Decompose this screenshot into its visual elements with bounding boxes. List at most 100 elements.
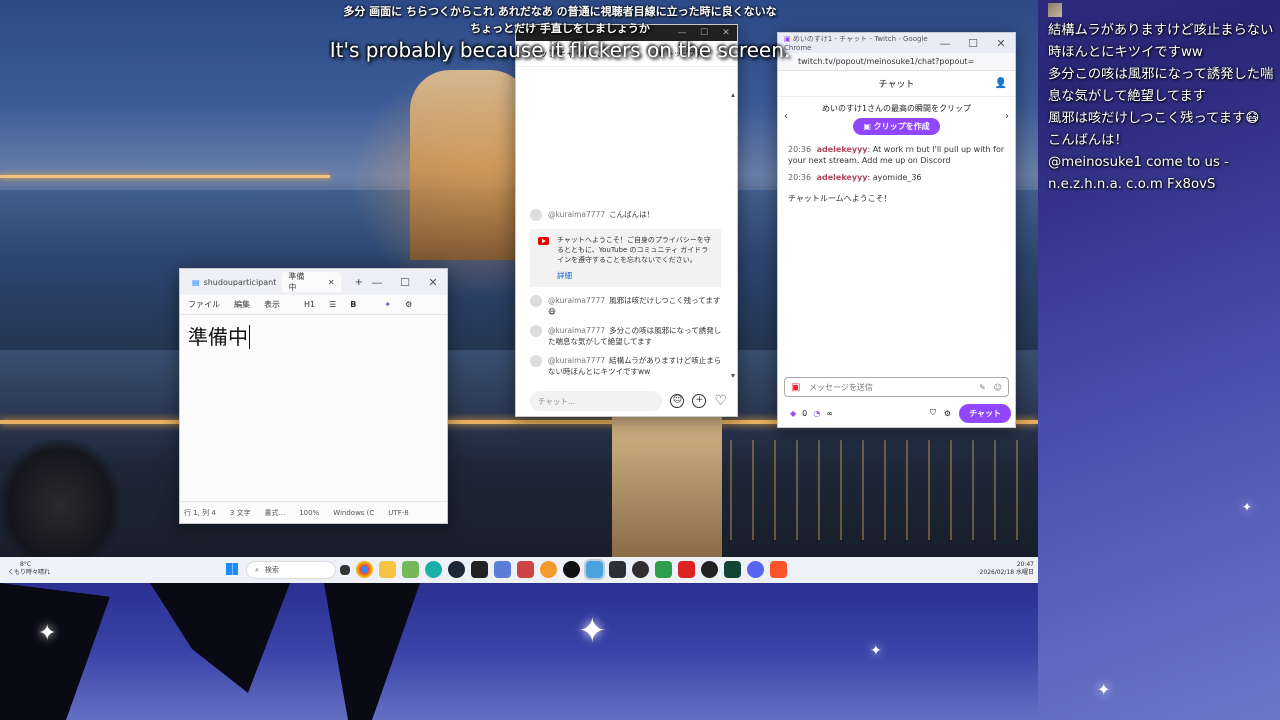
chat-message: 20:36 adelekeyyy: At work rn but I'll pu…: [788, 145, 1005, 165]
weather-temp: 8°C: [20, 561, 32, 568]
create-clip-button[interactable]: ▣ クリップを作成: [853, 118, 940, 135]
tool-icon[interactable]: [517, 561, 534, 578]
channel-points-icon[interactable]: ◔: [813, 409, 820, 418]
menu-view[interactable]: 表示: [264, 299, 280, 310]
chevron-left-icon[interactable]: ‹: [784, 111, 788, 122]
stream-chat-overlay: 結構ムラがありますけど咳止まらない時ほんとにキツイですww 多分この咳は風邪にな…: [1042, 0, 1280, 720]
dark-app-icon[interactable]: [609, 561, 626, 578]
green-arrow-icon[interactable]: [655, 561, 672, 578]
chat-header-title: チャット: [878, 80, 915, 90]
avatar: [1048, 3, 1062, 17]
folder-icon[interactable]: [379, 561, 396, 578]
notepad-tab-shudou[interactable]: ▤ shudouparticipant: [186, 272, 282, 292]
settings-icon[interactable]: ⚙: [944, 409, 951, 418]
chat-author[interactable]: adelekeyyy: [817, 145, 868, 154]
menu-edit[interactable]: 編集: [234, 299, 250, 310]
points-value: 0: [802, 408, 808, 418]
overlay-message: 風邪は咳だけしつこく残ってます😷: [1048, 111, 1260, 126]
notepad-tab-active[interactable]: 準備中 ✕: [282, 272, 341, 292]
youtube-message-list: @kuraima7777 こんばんは！ チャットへようこそ！ご自身のプライバシーを…: [516, 205, 735, 381]
add-tab-icon[interactable]: +: [355, 277, 363, 288]
heart-icon[interactable]: ♡: [714, 393, 727, 409]
emoji-icon[interactable]: ☺: [994, 383, 1002, 392]
start-menu-icon[interactable]: [226, 563, 238, 575]
green-app-icon[interactable]: [402, 561, 419, 578]
taskbar-clock[interactable]: 20:47 2026/02/18 水曜日: [980, 561, 1035, 577]
close-window-icon[interactable]: ✕: [987, 37, 1015, 50]
emoji-icon[interactable]: ☺: [670, 394, 685, 408]
shield-icon[interactable]: ⛉: [930, 408, 936, 418]
wallpaper-far-bridge: [0, 175, 330, 178]
chat-message: @kuraima7777 こんばんは！: [516, 205, 735, 225]
maximize-icon[interactable]: ☐: [959, 37, 987, 50]
youtube-chat-window[interactable]: — ☐ ✕ トップチャット ⌄ ♛ トップファン ⋮ @kuraima7777 こ…: [515, 24, 738, 417]
task-view-icon[interactable]: [340, 565, 350, 575]
details-link[interactable]: 詳細: [557, 271, 713, 281]
minimize-icon[interactable]: —: [931, 37, 959, 50]
sparkle-icon: ✦: [870, 643, 882, 659]
users-icon[interactable]: 👤: [995, 78, 1007, 89]
edge-icon[interactable]: [425, 561, 442, 578]
heading-dropdown[interactable]: H1: [304, 300, 315, 309]
sticker-icon[interactable]: ▣: [791, 382, 800, 393]
add-icon[interactable]: +: [692, 394, 707, 408]
sparkle-icon: ✦: [1097, 680, 1111, 699]
maximize-icon[interactable]: ☐: [391, 276, 419, 289]
avatar: [530, 355, 542, 367]
twitch-chat-window[interactable]: ▣ めいのすけ1 - チャット - Twitch - Google Chrome…: [777, 32, 1016, 428]
copilot-icon[interactable]: ✦: [384, 300, 391, 309]
notepad-text-area[interactable]: 準備中: [180, 315, 447, 501]
taskbar-search[interactable]: ⌕ 検索: [246, 561, 336, 579]
bits-icon[interactable]: ◆: [790, 409, 796, 418]
steam-icon[interactable]: [448, 561, 465, 578]
media-icon[interactable]: [563, 561, 580, 578]
orange-app-icon[interactable]: [540, 561, 557, 578]
status-zoom[interactable]: 100%: [299, 509, 319, 517]
twitch-bottom-bar: ◆ 0 ◔ ∞ ⛉ ⚙ チャット: [790, 403, 1011, 423]
red-app-icon[interactable]: [678, 561, 695, 578]
notepad-taskbar-icon[interactable]: [584, 559, 605, 580]
settings-icon[interactable]: ⚙: [405, 300, 412, 309]
message-time: 20:36: [788, 145, 812, 154]
message-input[interactable]: ▣ メッセージを送信 ✎ ☺: [784, 377, 1009, 397]
youtube-icon: [538, 237, 549, 245]
avatar: [530, 209, 542, 221]
chat-message: @kuraima7777 風邪は咳だけしつこく残ってます😷: [516, 291, 735, 321]
chevron-right-icon[interactable]: ›: [1005, 111, 1009, 122]
scrollbar[interactable]: [731, 93, 735, 378]
notepad-window[interactable]: ▤ shudouparticipant 準備中 ✕ + — ☐ ✕ ファイル 編…: [179, 268, 448, 524]
status-format[interactable]: 書式...: [265, 508, 286, 518]
status-chars: 3 文字: [229, 508, 251, 517]
chat-input[interactable]: チャット...: [530, 391, 663, 411]
chrome-icon[interactable]: [356, 561, 373, 578]
notepad-icon: ▤: [192, 277, 200, 287]
status-encoding[interactable]: UTF-8: [388, 509, 408, 517]
cheer-icon[interactable]: ✎: [979, 383, 986, 392]
wallpaper-lights: [730, 440, 1030, 540]
bold-button[interactable]: B: [350, 300, 356, 309]
clip-banner: ‹ めいのすけ1さんの最高の瞬間をクリップ ▣ クリップを作成 ›: [778, 97, 1015, 137]
send-chat-button[interactable]: チャット: [959, 403, 1011, 423]
bot-icon[interactable]: [701, 561, 718, 578]
notepad-tab-label-active: 準備中: [288, 272, 305, 292]
list-dropdown[interactable]: ☰: [329, 300, 336, 309]
menu-file[interactable]: ファイル: [188, 299, 220, 310]
terminal-icon[interactable]: [724, 561, 741, 578]
message-time: 20:36: [788, 173, 812, 182]
twitch-message-list: 20:36 adelekeyyy: At work rn but I'll pu…: [778, 137, 1015, 207]
obs-icon[interactable]: [632, 561, 649, 578]
subtitle-japanese: 多分 画面に ちらつくからこれ あれだなあ の普通に視聴者目線に立った時に良くな…: [320, 3, 800, 37]
chat-author[interactable]: adelekeyyy: [817, 173, 868, 182]
brave-icon[interactable]: [770, 561, 787, 578]
subtitle-english: It's probably because it flickers on the…: [329, 38, 791, 62]
weather-widget[interactable]: 8°C くもり時々晴れ: [8, 561, 50, 577]
close-icon[interactable]: ✕: [328, 278, 335, 287]
minimize-icon[interactable]: —: [363, 276, 391, 289]
overlay-message-list: 結構ムラがありますけど咳止まらない時ほんとにキツイですww 多分この咳は風邪にな…: [1048, 20, 1280, 196]
close-window-icon[interactable]: ✕: [419, 276, 447, 289]
status-line-ending[interactable]: Windows (C: [333, 509, 374, 517]
discord-icon[interactable]: [747, 561, 764, 578]
epic-icon[interactable]: [471, 561, 488, 578]
photos-icon[interactable]: [494, 561, 511, 578]
chat-message: @kuraima7777 結構ムラがありますけど咳止まらない時ほんとにキツイですw…: [516, 351, 735, 381]
